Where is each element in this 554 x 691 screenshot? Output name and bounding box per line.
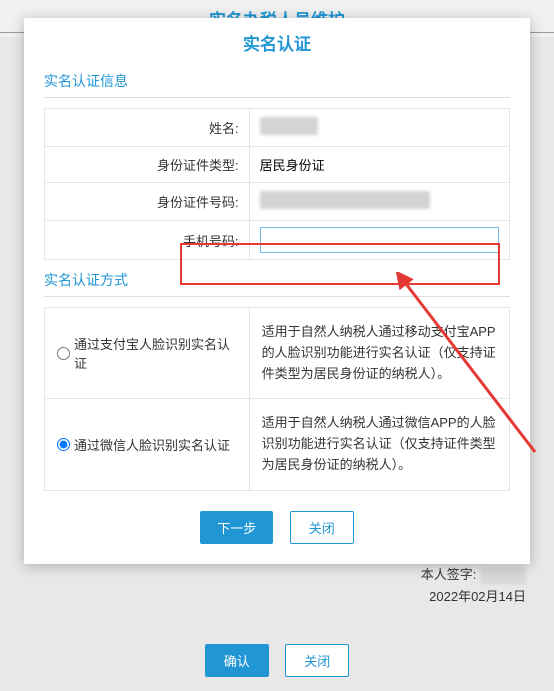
next-button[interactable]: 下一步	[200, 511, 273, 544]
method-wechat-desc: 适用于自然人纳税人通过微信APP的人脸识别功能进行实名认证（仅支持证件类型为居民…	[249, 399, 509, 490]
name-label: 姓名:	[45, 109, 250, 147]
section-method-title: 实名认证方式	[44, 270, 510, 297]
id-type-value: 居民身份证	[249, 147, 509, 183]
section-info-title: 实名认证信息	[44, 71, 510, 98]
bg-confirm-button[interactable]: 确认	[205, 644, 269, 677]
bg-close-button[interactable]: 关闭	[285, 644, 349, 677]
signature-date: 2022年02月14日	[421, 586, 526, 605]
name-value	[249, 109, 509, 147]
phone-input[interactable]	[260, 227, 499, 253]
method-alipay-label: 通过支付宝人脸识别实名认证	[74, 334, 237, 372]
method-table: 通过支付宝人脸识别实名认证 适用于自然人纳税人通过移动支付宝APP的人脸识别功能…	[44, 307, 510, 491]
realname-auth-modal: 实名认证 实名认证信息 姓名: 身份证件类型: 居民身份证 身份证件号码: 手机…	[24, 18, 530, 564]
method-wechat-radio[interactable]	[57, 438, 70, 451]
modal-title: 实名认证	[24, 18, 530, 71]
info-form-table: 姓名: 身份证件类型: 居民身份证 身份证件号码: 手机号码:	[44, 108, 510, 260]
modal-close-button[interactable]: 关闭	[290, 511, 354, 544]
id-number-label: 身份证件号码:	[45, 183, 250, 221]
id-type-label: 身份证件类型:	[45, 147, 250, 183]
id-number-value	[249, 183, 509, 221]
signature-block: 本人签字: 2022年02月14日	[421, 564, 526, 605]
method-alipay-option[interactable]: 通过支付宝人脸识别实名认证	[57, 334, 237, 372]
signature-value-redacted	[480, 568, 526, 584]
method-alipay-desc: 适用于自然人纳税人通过移动支付宝APP的人脸识别功能进行实名认证（仅支持证件类型…	[249, 308, 509, 399]
signature-label: 本人签字:	[421, 564, 477, 583]
method-wechat-label: 通过微信人脸识别实名认证	[74, 435, 230, 454]
method-alipay-radio[interactable]	[57, 347, 70, 360]
phone-label: 手机号码:	[45, 221, 250, 260]
method-wechat-option[interactable]: 通过微信人脸识别实名认证	[57, 435, 237, 454]
